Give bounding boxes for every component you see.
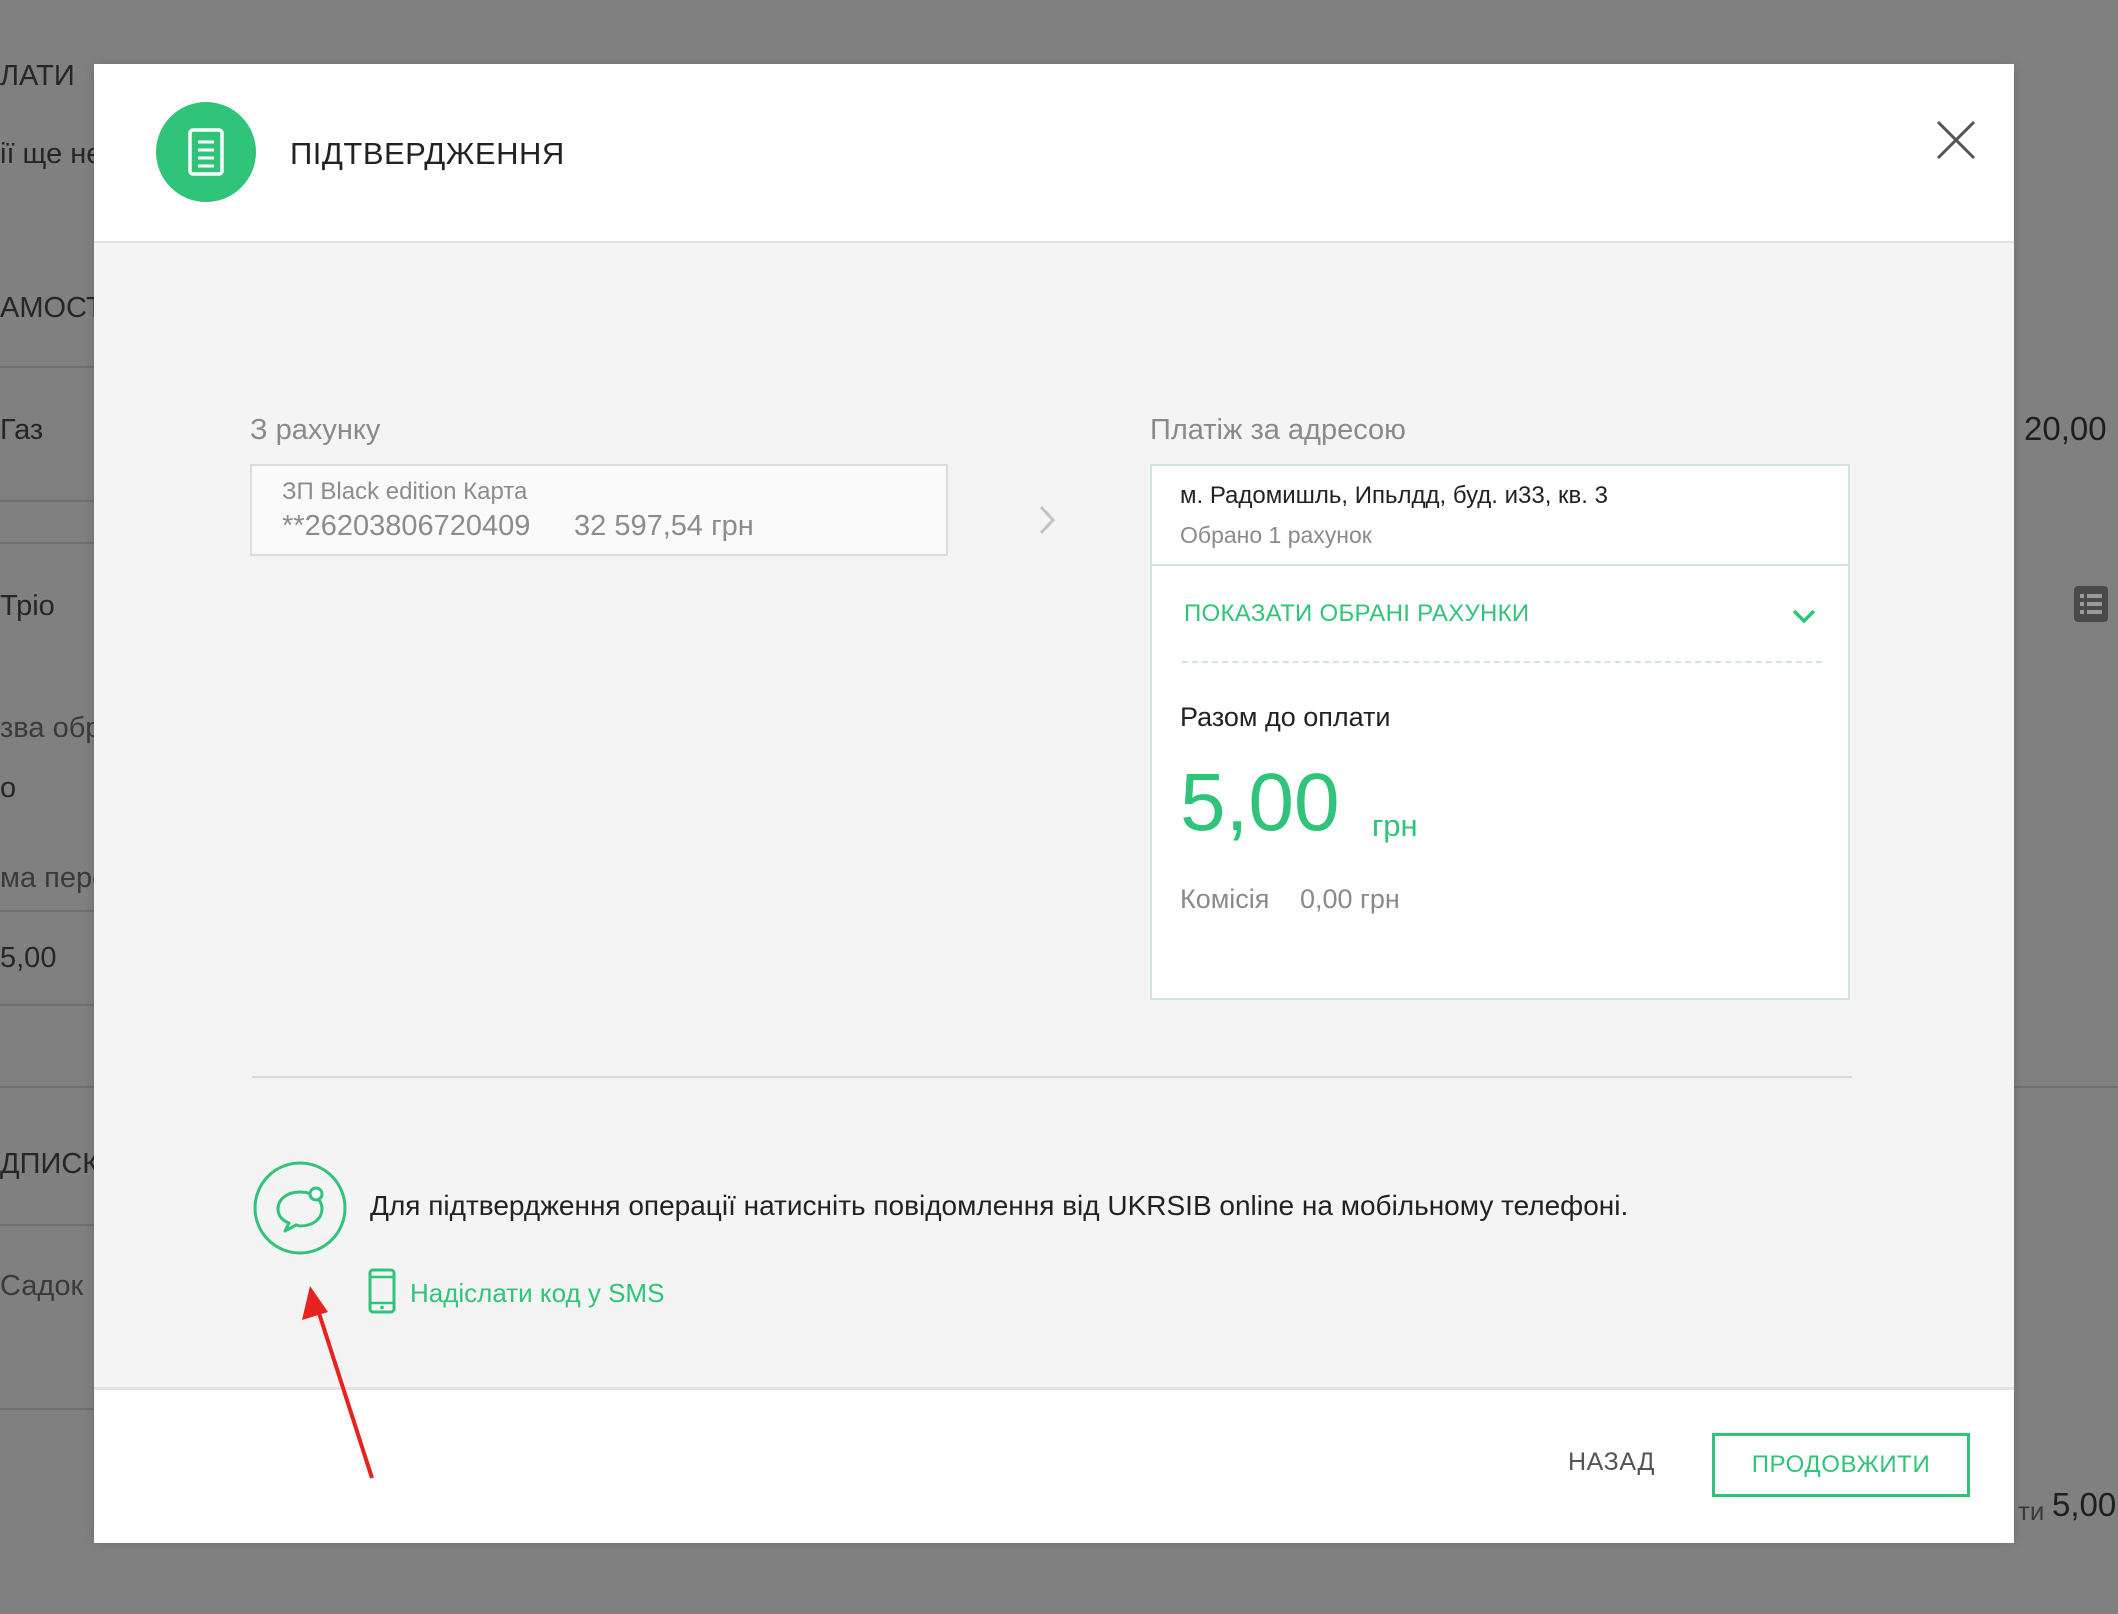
commission-label: Комісія [1180, 884, 1270, 914]
back-button[interactable]: НАЗАД [1568, 1448, 1655, 1477]
bg-divider [0, 366, 94, 368]
account-name: ЗП Black edition Карта [282, 478, 528, 505]
bg-text-fragment: ма пере [0, 862, 109, 894]
bg-text-fragment: о [0, 772, 17, 804]
commission-value: 0,00 грн [1300, 884, 1400, 914]
list-icon [2074, 586, 2108, 622]
bg-amount-fragment: 5,00 [0, 942, 57, 974]
bg-text-fragment: ти [2018, 1496, 2045, 1526]
show-selected-accounts-toggle[interactable]: ПОКАЗАТИ ОБРАНІ РАХУНКИ [1184, 600, 1529, 628]
total-amount: 5,00 [1180, 757, 1340, 848]
bg-divider [0, 1224, 94, 1226]
bg-divider [2014, 1086, 2118, 1088]
bg-divider [0, 1408, 94, 1410]
bg-divider [0, 910, 94, 912]
chat-bubble-icon [252, 1160, 348, 1256]
continue-button[interactable]: ПРОДОВЖИТИ [1712, 1433, 1970, 1497]
bg-divider [0, 500, 94, 502]
chevron-down-icon[interactable] [1792, 608, 1816, 629]
payee-header: м. Радомишль, Ипьлдд, буд. и33, кв. 3 Об… [1152, 466, 1848, 566]
bg-divider [0, 542, 94, 544]
modal-header: ПІДТВЕРДЖЕННЯ [94, 64, 2014, 243]
bg-text-fragment: ії ще не [0, 138, 103, 170]
payee-card: м. Радомишль, Ипьлдд, буд. и33, кв. 3 Об… [1150, 464, 1850, 1000]
bg-gas-amount: 20,00 [2024, 410, 2107, 447]
account-balance: 32 597,54 грн [574, 510, 754, 542]
phone-icon [368, 1268, 396, 1314]
bg-item-gas: Газ [0, 414, 44, 446]
total-label: Разом до оплати [1180, 702, 1391, 732]
bg-total-amount: 5,00 [2052, 1486, 2117, 1523]
bg-text-fragment: зва обр [0, 712, 102, 744]
section-divider [252, 1076, 1852, 1078]
bg-divider [0, 1004, 94, 1006]
close-icon[interactable] [1934, 118, 1978, 162]
send-sms-code-label[interactable]: Надіслати код у SMS [410, 1278, 664, 1309]
payee-address: м. Радомишль, Ипьлдд, буд. и33, кв. 3 [1180, 482, 1608, 509]
total-currency: грн [1372, 808, 1418, 843]
dashed-divider [1182, 661, 1822, 663]
from-account-card: ЗП Black edition Карта **26203806720409 … [250, 464, 948, 556]
push-confirmation-text: Для підтвердження операції натисніть пов… [370, 1190, 1629, 1221]
modal-footer: НАЗАД ПРОДОВЖИТИ [94, 1387, 2014, 1543]
bg-divider [0, 1086, 94, 1088]
bg-item-kindergarten: Садок [0, 1270, 84, 1302]
bg-item-trio: Тріо [0, 590, 55, 622]
payee-label: Платіж за адресою [1150, 414, 1406, 446]
bg-heading-payments: ЛАТИ [0, 60, 75, 92]
from-account-label: З рахунку [250, 414, 381, 446]
modal-title: ПІДТВЕРДЖЕННЯ [290, 136, 565, 171]
account-number: **26203806720409 [282, 510, 531, 542]
document-icon [156, 102, 256, 202]
confirmation-modal: ПІДТВЕРДЖЕННЯ З рахунку ЗП Black edition… [94, 64, 2014, 1543]
payee-selected-count: Обрано 1 рахунок [1180, 522, 1372, 548]
chevron-right-icon [1038, 504, 1056, 541]
